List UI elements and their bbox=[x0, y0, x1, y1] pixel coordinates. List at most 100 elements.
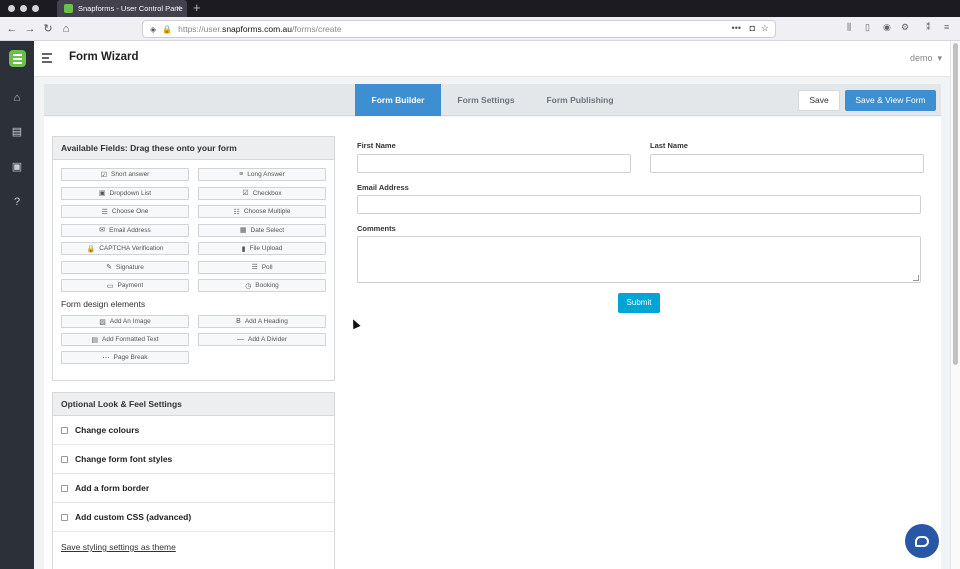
address-bar[interactable]: ◈ 🔒 https://user.snapforms.com.au/forms/… bbox=[142, 20, 776, 38]
field-button-checkbox[interactable]: ☑ Checkbox bbox=[198, 186, 326, 200]
field-button-poll[interactable]: ☰ Poll bbox=[198, 260, 326, 274]
save-theme-link[interactable]: Save styling settings as theme bbox=[61, 542, 176, 552]
checkbox[interactable] bbox=[61, 455, 68, 463]
field-button-add-a-divider[interactable]: — Add A Divider bbox=[198, 333, 326, 346]
checkbox[interactable] bbox=[61, 484, 68, 492]
user-menu[interactable]: demo ▾ bbox=[910, 53, 942, 64]
minimize-window-icon[interactable] bbox=[20, 5, 27, 12]
chat-widget-button[interactable] bbox=[905, 524, 939, 558]
field-button-page-break[interactable]: ⋯ Page Break bbox=[61, 351, 189, 364]
field-button-choose-one[interactable]: ☰ Choose One bbox=[61, 205, 189, 218]
bookmark-star-icon[interactable]: ☆ bbox=[761, 23, 769, 34]
new-tab-icon[interactable]: + bbox=[193, 0, 201, 16]
snapforms-logo[interactable] bbox=[9, 50, 26, 67]
list-icon: ☰ bbox=[101, 208, 108, 216]
pen-icon: ✎ bbox=[106, 264, 113, 271]
available-fields-panel: Available Fields: Drag these onto your f… bbox=[52, 136, 335, 381]
url-text: https://user.snapforms.com.au/forms/crea… bbox=[178, 24, 341, 34]
option-custom-css[interactable]: Add custom CSS (advanced) bbox=[53, 503, 334, 532]
field-button-label: Date Select bbox=[250, 226, 285, 234]
field-button-file-upload[interactable]: ▮ File Upload bbox=[198, 242, 326, 255]
field-button-dropdown-list[interactable]: ▣ Dropdown List bbox=[61, 186, 189, 200]
home-icon[interactable]: ⌂ bbox=[11, 92, 23, 104]
field-button-short-answer[interactable]: ☑ Short answer bbox=[61, 168, 189, 181]
scrollbar-thumb[interactable] bbox=[953, 43, 958, 365]
page-scrollbar[interactable] bbox=[950, 41, 960, 569]
field-button-add-a-heading[interactable]: B Add A Heading bbox=[198, 315, 326, 328]
collapse-menu-icon[interactable] bbox=[42, 53, 52, 63]
inbox-icon[interactable]: ▤ bbox=[11, 126, 23, 138]
lock-icon: 🔒 bbox=[86, 245, 96, 253]
field-button-booking[interactable]: ◷ Booking bbox=[198, 279, 326, 292]
field-button-label: Add A Heading bbox=[244, 318, 288, 325]
field-button-choose-multiple[interactable]: ☷ Choose Multiple bbox=[198, 205, 326, 218]
hamburger-menu-icon[interactable]: ≡ bbox=[944, 22, 949, 32]
resize-handle-icon[interactable] bbox=[913, 275, 919, 281]
field-button-captcha-verification[interactable]: 🔒 CAPTCHA Verification bbox=[61, 242, 189, 255]
page-break-icon: ⋯ bbox=[102, 354, 110, 362]
field-button-label: File Upload bbox=[249, 245, 283, 252]
forward-icon[interactable]: → bbox=[22, 21, 38, 37]
app-header: Form Wizard demo ▾ bbox=[34, 41, 960, 77]
field-button-signature[interactable]: ✎ Signature bbox=[61, 260, 189, 274]
option-change-colours[interactable]: Change colours bbox=[53, 416, 334, 445]
checkbox[interactable] bbox=[61, 426, 68, 434]
back-icon[interactable]: ← bbox=[4, 21, 20, 37]
credit-card-icon: ▭ bbox=[106, 282, 114, 290]
checkbox[interactable] bbox=[61, 513, 68, 521]
field-button-date-select[interactable]: ▦ Date Select bbox=[198, 223, 326, 237]
tab-form-publishing[interactable]: Form Publishing bbox=[536, 84, 624, 116]
browser-tab[interactable]: Snapforms - User Control Pane × bbox=[57, 0, 187, 17]
field-button-add-an-image[interactable]: ▨ Add An Image bbox=[61, 315, 189, 328]
tab-close-icon[interactable]: × bbox=[176, 3, 181, 13]
save-and-view-button[interactable]: Save & View Form bbox=[845, 90, 936, 111]
dropdown-icon: ▣ bbox=[98, 190, 106, 197]
field-button-long-answer[interactable]: ≡ Long Answer bbox=[198, 168, 326, 181]
field-button-label: Page Break bbox=[113, 354, 148, 361]
lock-icon[interactable]: 🔒 bbox=[162, 25, 172, 34]
save-button[interactable]: Save bbox=[798, 90, 840, 111]
tab-form-settings[interactable]: Form Settings bbox=[446, 84, 526, 116]
comments-textarea[interactable] bbox=[357, 236, 921, 283]
tab-title: Snapforms - User Control Pane bbox=[78, 4, 183, 13]
email-field[interactable] bbox=[357, 195, 921, 214]
clock-icon: ◷ bbox=[245, 282, 252, 290]
field-button-payment[interactable]: ▭ Payment bbox=[61, 279, 189, 292]
comments-label: Comments bbox=[357, 224, 396, 233]
shield-icon[interactable]: ◈ bbox=[150, 25, 156, 34]
field-button-label: Payment bbox=[117, 282, 144, 289]
first-name-field[interactable] bbox=[357, 154, 631, 173]
reload-icon[interactable]: ↻ bbox=[40, 21, 56, 37]
tab-form-builder[interactable]: Form Builder bbox=[355, 84, 441, 116]
maximize-window-icon[interactable] bbox=[32, 5, 39, 12]
field-button-label: Poll bbox=[261, 263, 273, 271]
submit-button[interactable]: Submit bbox=[618, 293, 660, 313]
option-form-border[interactable]: Add a form border bbox=[53, 474, 334, 503]
more-options-icon[interactable]: ••• bbox=[732, 23, 741, 33]
bold-icon: B bbox=[236, 318, 241, 325]
available-fields-title: Available Fields: Drag these onto your f… bbox=[53, 137, 334, 160]
first-name-label: First Name bbox=[357, 141, 396, 150]
settings-gear-icon[interactable]: ⚙ bbox=[901, 22, 909, 33]
field-button-label: Add A Divider bbox=[247, 336, 288, 343]
field-button-add-formatted-text[interactable]: ▤ Add Formatted Text bbox=[61, 333, 189, 346]
last-name-field[interactable] bbox=[650, 154, 924, 173]
extensions-icon[interactable]: ⁑ bbox=[926, 22, 931, 33]
home-browser-icon[interactable]: ⌂ bbox=[58, 21, 74, 37]
close-window-icon[interactable] bbox=[8, 5, 15, 12]
help-icon[interactable]: ? bbox=[11, 196, 23, 208]
library-icon[interactable]: ⫼ bbox=[847, 22, 851, 33]
envelope-icon: ✉ bbox=[99, 227, 106, 234]
option-label: Change colours bbox=[75, 425, 140, 435]
chat-icon bbox=[915, 535, 929, 547]
browser-navbar: ← → ↻ ⌂ ◈ 🔒 https://user.snapforms.com.a… bbox=[0, 17, 960, 41]
sidebar-toggle-icon[interactable]: ▯ bbox=[865, 22, 870, 33]
account-icon[interactable]: ◉ bbox=[883, 22, 891, 33]
file-icon: ▮ bbox=[241, 245, 246, 253]
pocket-icon[interactable]: ◘ bbox=[750, 23, 755, 33]
option-label: Change form font styles bbox=[75, 454, 173, 464]
field-button-email-address[interactable]: ✉ Email Address bbox=[61, 223, 189, 237]
option-font-styles[interactable]: Change form font styles bbox=[53, 445, 334, 474]
document-icon[interactable]: ▣ bbox=[11, 161, 23, 173]
field-button-label: Email Address bbox=[109, 226, 151, 234]
